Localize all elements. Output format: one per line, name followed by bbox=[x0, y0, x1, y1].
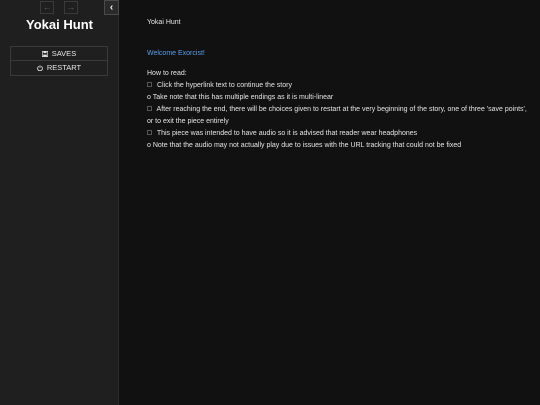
checkbox-glyph-icon bbox=[147, 82, 152, 87]
restart-button[interactable]: RESTART bbox=[10, 61, 108, 76]
story-title: Yokai Hunt bbox=[26, 17, 93, 32]
how-to-read-heading: How to read: bbox=[147, 70, 187, 77]
arrow-left-icon: ← bbox=[42, 2, 52, 12]
checkbox-glyph-icon bbox=[147, 130, 152, 135]
saves-label: SAVES bbox=[51, 49, 77, 58]
instruction-line: Click the hyperlink text to continue the… bbox=[147, 80, 532, 92]
instruction-line: or to exit the piece entirely bbox=[147, 118, 229, 125]
history-forward-button[interactable]: → bbox=[64, 1, 78, 14]
instruction-line: After reaching the end, there will be ch… bbox=[147, 104, 532, 116]
floppy-disk-icon bbox=[41, 50, 50, 58]
sidebar: ← → ‹ Yokai Hunt SAVES RESTART bbox=[0, 0, 119, 405]
checkbox-glyph-icon bbox=[147, 106, 152, 111]
welcome-link[interactable]: Welcome Exorcist! bbox=[147, 48, 532, 60]
history-back-button[interactable]: ← bbox=[40, 1, 54, 14]
sidebar-toggle-button[interactable]: ‹ bbox=[104, 0, 119, 15]
instruction-line: This piece was intended to have audio so… bbox=[147, 128, 532, 140]
saves-button[interactable]: SAVES bbox=[10, 46, 108, 61]
chevron-left-icon: ‹ bbox=[109, 2, 114, 13]
restart-label: RESTART bbox=[46, 63, 82, 72]
passage-title: Yokai Hunt bbox=[147, 19, 181, 26]
arrow-right-icon: → bbox=[66, 2, 76, 12]
instruction-line: o Take note that this has multiple endin… bbox=[147, 94, 334, 101]
passage: Yokai Hunt Welcome Exorcist! How to read… bbox=[147, 17, 532, 152]
story-menu: SAVES RESTART bbox=[10, 46, 108, 76]
power-icon bbox=[37, 64, 45, 72]
instruction-line: o Note that the audio may not actually p… bbox=[147, 142, 462, 149]
